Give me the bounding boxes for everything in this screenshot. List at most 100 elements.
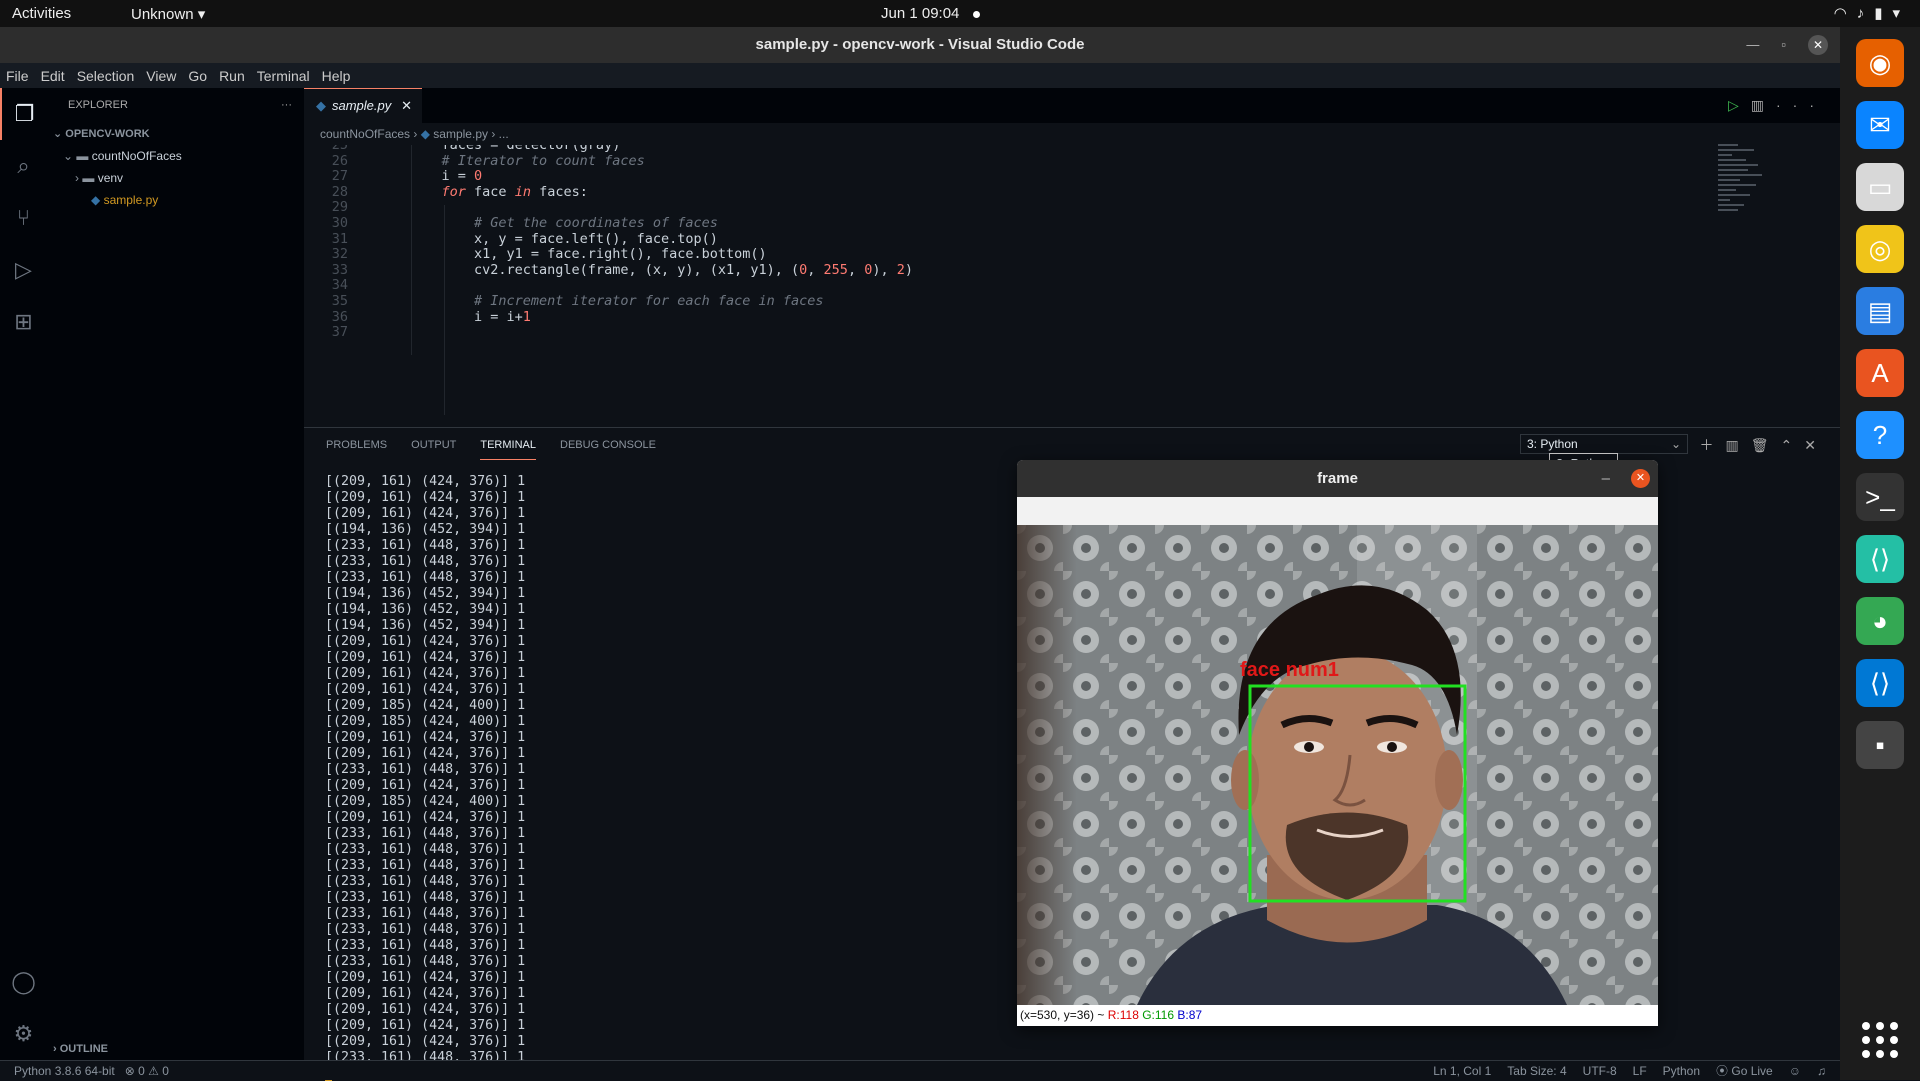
menu-file[interactable]: File	[6, 68, 29, 84]
menu-selection[interactable]: Selection	[77, 68, 135, 84]
tab-sample-py[interactable]: ◆ sample.py ✕	[304, 88, 422, 123]
panel-tab-problems[interactable]: PROBLEMS	[326, 431, 387, 459]
terminal-select-value: 3: Python	[1527, 437, 1578, 451]
source-control-icon[interactable]: ⑂	[0, 192, 47, 244]
breadcrumb-folder[interactable]: countNoOfFaces	[320, 127, 410, 141]
code-line[interactable]: i = i+1	[409, 309, 531, 325]
menu-view[interactable]: View	[146, 68, 176, 84]
panel-tab-debug-console[interactable]: DEBUG CONSOLE	[560, 431, 656, 459]
code-line[interactable]: cv2.rectangle(frame, (x, y), (x1, y1), (…	[409, 262, 913, 278]
folder-countNoOfFaces[interactable]: ⌄ ▬ countNoOfFaces	[47, 145, 304, 167]
code-line[interactable]: # Get the coordinates of faces	[409, 215, 718, 231]
more-actions-icon[interactable]: ···	[1776, 97, 1826, 113]
terminal-line: [(209, 185) (424, 400)] 1	[325, 794, 526, 809]
menu-terminal[interactable]: Terminal	[257, 68, 310, 84]
end-of-line[interactable]: LF	[1633, 1061, 1647, 1081]
panel-tab-output[interactable]: OUTPUT	[411, 431, 456, 459]
split-terminal-icon[interactable]: ▥	[1726, 437, 1751, 453]
terminal-line: [(209, 185) (424, 400)] 1	[325, 698, 526, 713]
maximize-button[interactable]: ▫	[1781, 27, 1786, 63]
tab-bar: ◆ sample.py ✕ ▷▥···	[304, 88, 1840, 123]
split-editor-icon[interactable]: ▥	[1751, 97, 1776, 113]
terminal-line: [(194, 136) (452, 394)] 1	[325, 586, 526, 601]
trash-icon[interactable]: 🗑	[1751, 437, 1781, 453]
terminal-line: [(209, 161) (424, 376)] 1	[325, 986, 526, 1001]
problems-count[interactable]: ⊗ 0 ⚠ 0	[125, 1064, 169, 1078]
extensions-icon[interactable]: ⊞	[0, 296, 47, 348]
go-live-button[interactable]: ⦿ Go Live	[1716, 1061, 1773, 1081]
project-root[interactable]: ⌄ OPENCV-WORK	[47, 123, 304, 145]
feedback-icon[interactable]: ☺	[1789, 1061, 1801, 1081]
writer-icon[interactable]: ▤	[1856, 287, 1904, 335]
firefox-icon[interactable]: ◉	[1856, 39, 1904, 87]
run-debug-icon[interactable]: ▷	[0, 244, 47, 296]
indent-guide	[444, 205, 445, 415]
chrome-icon[interactable]: ◕	[1856, 597, 1904, 645]
encoding[interactable]: UTF-8	[1583, 1061, 1617, 1081]
help-icon[interactable]: ?	[1856, 411, 1904, 459]
run-file-icon[interactable]: ▷	[1728, 97, 1751, 113]
terminal-select[interactable]: 3: Python ⌄	[1520, 434, 1688, 454]
new-terminal-icon[interactable]: ＋	[1700, 437, 1726, 453]
frame-window[interactable]: frame – ✕ face num1 (x=530, y=36) ~ R:11…	[1017, 460, 1658, 1026]
files-icon[interactable]: ▭	[1856, 163, 1904, 211]
outline-section[interactable]: › OUTLINE	[47, 1038, 108, 1060]
language-mode[interactable]: Python	[1663, 1061, 1700, 1081]
breadcrumb-more[interactable]: ...	[499, 127, 509, 141]
settings-gear-icon[interactable]: ⚙	[0, 1008, 47, 1060]
frame-minimize-button[interactable]: –	[1602, 460, 1610, 497]
terminal-line: [(209, 161) (424, 376)] 1	[325, 1034, 526, 1049]
frame-window-icon[interactable]: ▪	[1856, 721, 1904, 769]
frame-close-button[interactable]: ✕	[1631, 469, 1650, 488]
system-tray[interactable]: ◠♪▮▾	[1834, 4, 1910, 22]
clock[interactable]: Jun 1 09:04	[881, 5, 981, 22]
notifications-bell-icon[interactable]: ♫	[1817, 1061, 1826, 1081]
code-line[interactable]: # Increment iterator for each face in fa…	[409, 293, 824, 309]
menu-go[interactable]: Go	[188, 68, 207, 84]
thunderbird-icon[interactable]: ✉	[1856, 101, 1904, 149]
app-menu[interactable]: Unknown ▾	[131, 5, 205, 23]
minimap[interactable]	[1718, 144, 1764, 254]
activities-button[interactable]: Activities	[12, 5, 71, 22]
menu-help[interactable]: Help	[322, 68, 351, 84]
software-center-icon[interactable]: A	[1856, 349, 1904, 397]
code-line[interactable]: # Iterator to count faces	[409, 153, 645, 169]
terminal-line: [(194, 136) (452, 394)] 1	[325, 522, 526, 537]
code-line[interactable]: x1, y1 = face.right(), face.bottom()	[409, 246, 767, 262]
terminal-output[interactable]: [(209, 161) (424, 376)] 1 [(209, 161) (42…	[325, 474, 525, 1066]
tab-label: sample.py	[332, 98, 392, 113]
pixel-r: R:118	[1107, 1008, 1139, 1022]
menu-run[interactable]: Run	[219, 68, 245, 84]
minimize-button[interactable]: —	[1746, 27, 1759, 63]
tab-size[interactable]: Tab Size: 4	[1507, 1061, 1566, 1081]
close-panel-icon[interactable]: ✕	[1804, 437, 1828, 453]
terminal-line: [(209, 161) (424, 376)] 1	[325, 650, 526, 665]
code-line[interactable]: i = 0	[409, 168, 483, 184]
maximize-panel-icon[interactable]: ⌃	[1781, 437, 1805, 453]
terminal-line: [(233, 161) (448, 376)] 1	[325, 890, 526, 905]
vscode-insiders-icon[interactable]: ⟨⟩	[1856, 535, 1904, 583]
explorer-title: EXPLORER	[68, 99, 128, 111]
folder-venv[interactable]: › ▬ venv	[47, 167, 304, 189]
show-applications-icon[interactable]	[1862, 1022, 1898, 1058]
cursor-position[interactable]: Ln 1, Col 1	[1433, 1061, 1491, 1081]
python-interpreter[interactable]: Python 3.8.6 64-bit	[14, 1064, 115, 1078]
code-editor[interactable]: 25 faces = detector(gray) 26 # Iterator t…	[304, 145, 1840, 427]
file-sample-py[interactable]: ◆ sample.py	[47, 189, 304, 211]
close-tab-icon[interactable]: ✕	[401, 89, 412, 123]
rhythmbox-icon[interactable]: ◎	[1856, 225, 1904, 273]
menu-edit[interactable]: Edit	[41, 68, 65, 84]
terminal-icon[interactable]: >_	[1856, 473, 1904, 521]
explorer-header: EXPLORER ···	[47, 88, 304, 123]
breadcrumb-file[interactable]: sample.py	[433, 127, 488, 141]
panel-tab-terminal[interactable]: TERMINAL	[480, 431, 536, 460]
code-line[interactable]: for face in faces:	[409, 184, 588, 200]
explorer-more-icon[interactable]: ···	[281, 88, 292, 123]
account-icon[interactable]: ◯	[0, 956, 47, 1008]
webcam-image[interactable]: face num1	[1017, 525, 1658, 1005]
code-line[interactable]: x, y = face.left(), face.top()	[409, 231, 718, 247]
vscode-icon[interactable]: ⟨⟩	[1856, 659, 1904, 707]
explorer-icon[interactable]: ❐	[0, 88, 47, 140]
close-window-button[interactable]: ✕	[1808, 35, 1828, 55]
search-icon[interactable]: ⌕	[0, 140, 47, 192]
